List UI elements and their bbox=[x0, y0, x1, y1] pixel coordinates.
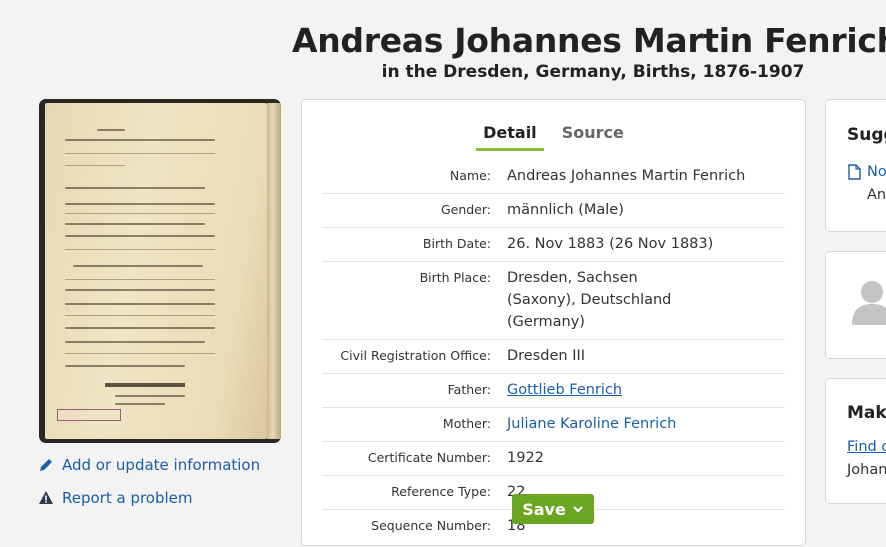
suggestions-title: Sugg bbox=[847, 125, 886, 145]
detail-row-father: Father: Gottlieb Fenrich bbox=[322, 374, 785, 408]
detail-row-birth-place: Birth Place: Dresden, Sachsen (Saxony), … bbox=[322, 262, 785, 340]
suggestion-link[interactable]: No bbox=[848, 164, 886, 180]
save-button[interactable]: Save bbox=[512, 494, 594, 524]
make-card: Make Find o Johan bbox=[825, 378, 886, 504]
mother-link[interactable]: Juliane Karoline Fenrich bbox=[507, 413, 785, 435]
record-header: Andreas Johannes Martin Fenrich in the D… bbox=[292, 20, 886, 83]
document-icon bbox=[848, 164, 861, 180]
detail-label: Civil Registration Office: bbox=[340, 348, 491, 363]
suggestions-card: Sugg No And bbox=[825, 99, 886, 232]
make-title: Make bbox=[847, 403, 886, 423]
tab-bar: Detail Source bbox=[302, 123, 805, 151]
detail-row-registration-office: Civil Registration Office: Dresden III bbox=[322, 340, 785, 374]
detail-label: Mother: bbox=[442, 416, 491, 431]
chevron-down-icon bbox=[573, 506, 583, 513]
suggestion-link-label: No bbox=[867, 164, 886, 180]
detail-value: Dresden, Sachsen (Saxony), Deutschland (… bbox=[507, 270, 672, 330]
detail-label: Certificate Number: bbox=[367, 450, 491, 465]
add-update-info-label: Add or update information bbox=[62, 456, 261, 474]
detail-label: Reference Type: bbox=[391, 484, 491, 499]
detail-label: Father: bbox=[447, 382, 491, 397]
detail-value: Dresden III bbox=[507, 348, 586, 364]
father-link[interactable]: Gottlieb Fenrich bbox=[507, 379, 785, 401]
detail-value: männlich (Male) bbox=[507, 202, 624, 218]
report-problem-link[interactable]: Report a problem bbox=[38, 489, 193, 507]
detail-list: Name: Andreas Johannes Martin Fenrich Ge… bbox=[322, 160, 785, 543]
detail-label: Name: bbox=[449, 168, 491, 183]
find-link[interactable]: Find o bbox=[847, 439, 886, 455]
tab-source[interactable]: Source bbox=[555, 123, 631, 148]
detail-label: Sequence Number: bbox=[371, 518, 491, 533]
make-subtext: Johan bbox=[847, 462, 886, 478]
detail-row-certificate-number: Certificate Number: 1922 bbox=[322, 442, 785, 476]
person-card bbox=[825, 251, 886, 359]
record-image-page bbox=[45, 103, 267, 439]
record-image-thumbnail[interactable] bbox=[39, 99, 281, 443]
detail-row-gender: Gender: männlich (Male) bbox=[322, 194, 785, 228]
detail-row-name: Name: Andreas Johannes Martin Fenrich bbox=[322, 160, 785, 194]
detail-value: 26. Nov 1883 (26 Nov 1883) bbox=[507, 236, 714, 252]
add-update-info-link[interactable]: Add or update information bbox=[38, 456, 260, 474]
warning-icon bbox=[39, 491, 53, 504]
page-title: Andreas Johannes Martin Fenrich bbox=[292, 21, 886, 60]
detail-row-birth-date: Birth Date: 26. Nov 1883 (26 Nov 1883) bbox=[322, 228, 785, 262]
detail-row-mother: Mother: Juliane Karoline Fenrich bbox=[322, 408, 785, 442]
pencil-icon bbox=[40, 459, 52, 471]
report-problem-label: Report a problem bbox=[62, 489, 193, 507]
detail-label: Birth Place: bbox=[419, 270, 491, 285]
detail-label: Gender: bbox=[440, 202, 491, 217]
page-subtitle: in the Dresden, Germany, Births, 1876-19… bbox=[381, 62, 805, 82]
avatar-placeholder-icon bbox=[852, 281, 886, 325]
detail-value: 1922 bbox=[507, 450, 544, 466]
detail-value: Andreas Johannes Martin Fenrich bbox=[507, 168, 746, 184]
suggestion-subtext: And bbox=[867, 187, 886, 203]
tab-detail[interactable]: Detail bbox=[476, 123, 544, 151]
record-detail-card: Detail Source Name: Andreas Johannes Mar… bbox=[301, 99, 806, 546]
detail-label: Birth Date: bbox=[422, 236, 491, 251]
save-label: Save bbox=[522, 499, 566, 519]
